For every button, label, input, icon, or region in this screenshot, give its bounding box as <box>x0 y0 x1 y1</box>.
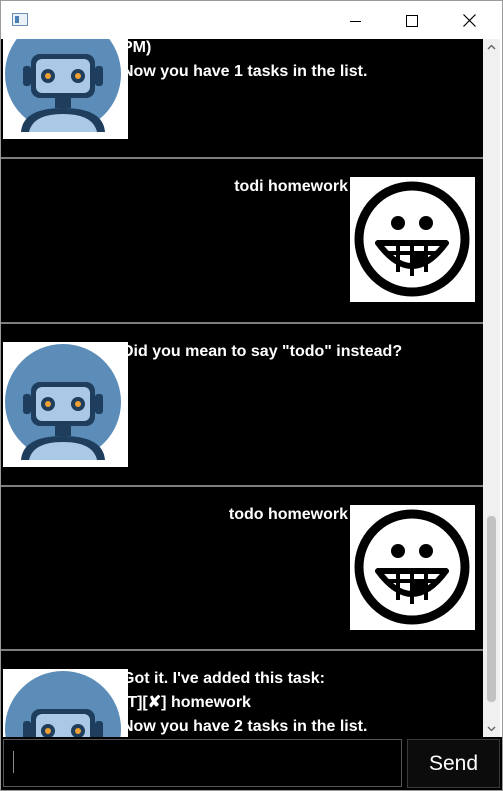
robot-avatar-icon <box>3 669 128 737</box>
dialog-container[interactable]: [E][✘] party (at: 20 September 2019, 06:… <box>1 39 483 737</box>
user-message-text: todi homework <box>234 178 348 195</box>
title-bar[interactable] <box>1 1 502 39</box>
duke-message: Did you mean to say "todo" instead? <box>1 322 483 485</box>
close-icon <box>463 14 476 27</box>
scroll-up-arrow-icon[interactable] <box>483 39 500 56</box>
app-window: [E][✘] party (at: 20 September 2019, 06:… <box>0 0 503 791</box>
scroll-down-arrow-icon[interactable] <box>483 720 500 737</box>
duke-message-text: Got it. I've added this task: [T][✘] hom… <box>122 670 368 735</box>
maximize-button[interactable] <box>388 1 434 39</box>
minimize-button[interactable] <box>332 1 378 39</box>
text-caret <box>13 751 14 773</box>
grin-avatar-icon <box>350 177 475 302</box>
user-input-field[interactable] <box>3 739 402 787</box>
duke-message: [E][✘] party (at: 20 September 2019, 06:… <box>1 39 483 157</box>
duke-message: Got it. I've added this task: [T][✘] hom… <box>1 649 483 737</box>
user-message: todi homework <box>1 157 483 320</box>
duke-message-text: [E][✘] party (at: 20 September 2019, 06:… <box>122 39 368 80</box>
input-bar: Send <box>1 737 502 790</box>
scroll-thumb[interactable] <box>487 516 496 702</box>
duke-message-text: Did you mean to say "todo" instead? <box>122 343 403 360</box>
user-message-text: todo homework <box>228 506 348 523</box>
app-icon <box>12 13 28 26</box>
robot-avatar-icon <box>3 39 128 139</box>
grin-avatar-icon <box>350 505 475 630</box>
send-button[interactable]: Send <box>407 739 500 788</box>
robot-avatar-icon <box>3 342 128 467</box>
user-message: todo homework <box>1 485 483 648</box>
chat-scrollbar[interactable] <box>483 39 500 737</box>
close-button[interactable] <box>446 1 492 39</box>
